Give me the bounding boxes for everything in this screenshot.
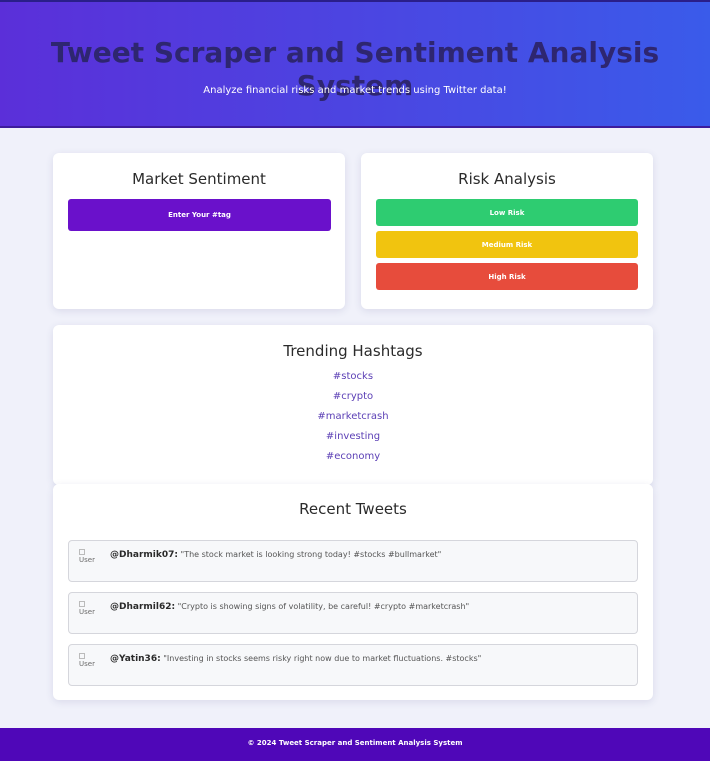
risk-analysis-title: Risk Analysis <box>458 170 556 188</box>
market-sentiment-title: Market Sentiment <box>132 170 266 188</box>
user-avatar: User <box>79 653 101 675</box>
hashtag-link[interactable]: #economy <box>53 451 653 462</box>
avatar-alt-text: User <box>79 608 95 616</box>
low-risk-button[interactable]: Low Risk <box>376 199 638 226</box>
recent-tweets-title: Recent Tweets <box>299 500 407 518</box>
avatar-alt-text: User <box>79 556 95 564</box>
footer-copyright: © 2024 Tweet Scraper and Sentiment Analy… <box>247 739 463 747</box>
broken-image-icon <box>79 653 85 659</box>
trending-hashtags-card: Trending Hashtags #stocks #crypto #marke… <box>53 325 653 485</box>
tweet-item: User @Dharmik07: "The stock market is lo… <box>68 540 638 582</box>
risk-analysis-card: Risk Analysis Low Risk Medium Risk High … <box>361 153 653 309</box>
tweet-username[interactable]: @Dharmil62: <box>110 602 175 612</box>
broken-image-icon <box>79 549 85 555</box>
hashtag-link[interactable]: #marketcrash <box>53 411 653 422</box>
user-avatar: User <box>79 549 101 571</box>
tweet-text: @Yatin36: "Investing in stocks seems ris… <box>110 654 481 664</box>
page-footer: © 2024 Tweet Scraper and Sentiment Analy… <box>0 728 710 761</box>
enter-tag-button[interactable]: Enter Your #tag <box>68 199 331 231</box>
tweet-body: "Crypto is showing signs of volatility, … <box>177 602 470 611</box>
page-header: Tweet Scraper and Sentiment Analysis Sys… <box>0 0 710 128</box>
avatar-alt-text: User <box>79 660 95 668</box>
trending-hashtags-title: Trending Hashtags <box>283 342 423 360</box>
tweet-username[interactable]: @Yatin36: <box>110 654 161 664</box>
broken-image-icon <box>79 601 85 607</box>
tweet-item: User @Yatin36: "Investing in stocks seem… <box>68 644 638 686</box>
tweet-text: @Dharmil62: "Crypto is showing signs of … <box>110 602 469 612</box>
recent-tweets-card: Recent Tweets User @Dharmik07: "The stoc… <box>53 484 653 700</box>
tweet-body: "The stock market is looking strong toda… <box>180 550 442 559</box>
medium-risk-button[interactable]: Medium Risk <box>376 231 638 258</box>
hashtag-link[interactable]: #investing <box>53 431 653 442</box>
tweet-username[interactable]: @Dharmik07: <box>110 550 178 560</box>
tweet-body: "Investing in stocks seems risky right n… <box>163 654 482 663</box>
user-avatar: User <box>79 601 101 623</box>
hashtag-link[interactable]: #stocks <box>53 371 653 382</box>
hashtag-link[interactable]: #crypto <box>53 391 653 402</box>
market-sentiment-card: Market Sentiment Enter Your #tag <box>53 153 345 309</box>
page-subtitle: Analyze financial risks and market trend… <box>203 85 507 96</box>
tweet-item: User @Dharmil62: "Crypto is showing sign… <box>68 592 638 634</box>
high-risk-button[interactable]: High Risk <box>376 263 638 290</box>
tweet-text: @Dharmik07: "The stock market is looking… <box>110 550 441 560</box>
